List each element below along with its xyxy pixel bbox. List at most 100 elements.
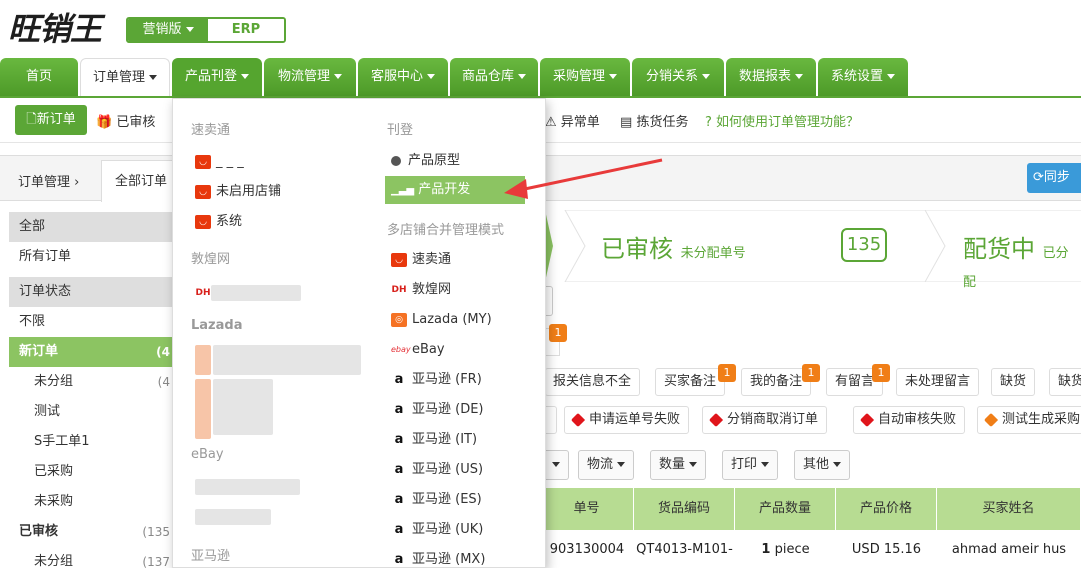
app-logo[interactable]: 旺销王 bbox=[8, 4, 102, 50]
amazon-icon: a bbox=[391, 552, 407, 567]
main-nav: 首页 订单管理 产品刊登 物流管理 客服中心 商品仓库 采购管理 分销关系 数据… bbox=[0, 58, 1081, 98]
tag-test-purchase[interactable]: 测试生成采购 bbox=[977, 406, 1081, 434]
tag-out-of-stock-2[interactable]: 缺货 bbox=[1049, 368, 1081, 396]
cell-order-no[interactable]: 903130004 bbox=[540, 532, 634, 568]
sidebar-item-manual[interactable]: S手工单1 bbox=[9, 427, 174, 457]
menu-item-amazon-mx[interactable]: a 亚马逊 (MX) bbox=[391, 548, 485, 568]
tag-label: 自动审核失败 bbox=[878, 412, 957, 427]
column-order-no[interactable]: 单号 bbox=[540, 488, 634, 530]
menu-item-prototype[interactable]: 产品原型 bbox=[391, 149, 460, 173]
menu-item-amazon-us[interactable]: a 亚马逊 (US) bbox=[391, 458, 483, 482]
menu-item-amazon-fr[interactable]: a 亚马逊 (FR) bbox=[391, 368, 482, 392]
column-price[interactable]: 产品价格 bbox=[836, 488, 937, 530]
nav-distribution[interactable]: 分销关系 bbox=[632, 58, 724, 96]
sidebar-item-unlimited[interactable]: 不限 bbox=[9, 307, 174, 337]
abnormal-link[interactable]: ⚠ 异常单 bbox=[545, 111, 600, 130]
chevron-down-icon bbox=[185, 27, 194, 32]
amazon-icon: a bbox=[391, 462, 407, 477]
erp-button[interactable]: ERP bbox=[208, 19, 284, 41]
tag-customs-info[interactable]: 报关信息不全 bbox=[545, 368, 641, 396]
qty-unit: piece bbox=[774, 542, 810, 557]
redacted-store-name[interactable] bbox=[213, 345, 361, 375]
print-select[interactable]: 打印 bbox=[722, 450, 779, 480]
sidebar-count: (4 bbox=[156, 345, 170, 359]
sidebar-item-not-purchased[interactable]: 未采购 bbox=[9, 487, 174, 517]
logistics-select[interactable]: 物流 bbox=[578, 450, 635, 480]
nav-reports[interactable]: 数据报表 bbox=[726, 58, 816, 96]
sidebar-item-all-orders[interactable]: 所有订单 bbox=[9, 242, 174, 272]
column-sku[interactable]: 货品编码 bbox=[634, 488, 735, 530]
lazada-icon bbox=[195, 345, 211, 375]
sidebar-item-audited-ungrouped[interactable]: 未分组 (137 bbox=[9, 547, 174, 568]
sidebar-item-audited[interactable]: 已审核 (135 bbox=[9, 517, 174, 547]
sidebar-item-test[interactable]: 测试 bbox=[9, 397, 174, 427]
tag-waybill-failed[interactable]: 申请运单号失败 bbox=[564, 406, 690, 434]
stage-audited[interactable]: 已审核 未分配单号 bbox=[601, 229, 746, 264]
tag-unhandled-message[interactable]: 未处理留言 bbox=[896, 368, 980, 396]
menu-item-amazon-it[interactable]: a 亚马逊 (IT) bbox=[391, 428, 477, 452]
stage-picking[interactable]: 配货中 已分配 bbox=[963, 229, 1081, 292]
new-order-button[interactable]: 🗋新订单 bbox=[15, 105, 87, 135]
nav-home[interactable]: 首页 bbox=[0, 58, 78, 96]
chevron-down-icon bbox=[617, 462, 626, 467]
menu-item-smt-system[interactable]: ◡ 系统 bbox=[195, 210, 242, 234]
chevron-down-icon bbox=[149, 75, 157, 80]
sidebar-group-all[interactable]: 全部 bbox=[9, 212, 174, 242]
redacted-store-name[interactable] bbox=[195, 479, 300, 495]
quantity-select[interactable]: 数量 bbox=[650, 450, 707, 480]
tab-all-orders[interactable]: 全部订单 bbox=[101, 160, 181, 202]
nav-warehouse[interactable]: 商品仓库 bbox=[450, 58, 538, 96]
nav-logistics[interactable]: 物流管理 bbox=[264, 58, 356, 96]
menu-item-smt-store[interactable]: ◡ _ _ _ bbox=[195, 150, 244, 174]
tag-my-note[interactable]: 我的备注 bbox=[741, 368, 812, 396]
redacted-store-name[interactable] bbox=[213, 379, 273, 435]
nav-purchasing[interactable]: 采购管理 bbox=[540, 58, 630, 96]
count-badge: 1 bbox=[549, 324, 567, 342]
redacted-store-name[interactable] bbox=[195, 509, 271, 525]
menu-item-amazon-es[interactable]: a 亚马逊 (ES) bbox=[391, 488, 482, 512]
menu-item-multi-dh[interactable]: DH 敦煌网 bbox=[391, 278, 451, 302]
nav-orders[interactable]: 订单管理 bbox=[80, 58, 170, 96]
menu-item-smt-disabled[interactable]: ◡ 未启用店铺 bbox=[195, 180, 281, 204]
nav-product-listing[interactable]: 产品刊登 bbox=[172, 58, 262, 96]
other-select[interactable]: 其他 bbox=[794, 450, 851, 480]
stage-picking-title: 配货中 bbox=[963, 235, 1035, 263]
sidebar-group-status[interactable]: 订单状态 bbox=[9, 277, 174, 307]
tag-out-of-stock[interactable]: 缺货 bbox=[991, 368, 1036, 396]
edition-switcher[interactable]: 营销版 ERP bbox=[126, 17, 286, 43]
sidebar-item-new-orders[interactable]: 新订单 (4 bbox=[9, 337, 174, 367]
sync-button[interactable]: ⟳同步 bbox=[1027, 163, 1081, 193]
sidebar-item-purchased[interactable]: 已采购 bbox=[9, 457, 174, 487]
tag-distributor-cancel[interactable]: 分销商取消订单 bbox=[702, 406, 828, 434]
menu-item-amazon-de[interactable]: a 亚马逊 (DE) bbox=[391, 398, 484, 422]
menu-item-multi-ebay[interactable]: ebayeBay bbox=[391, 338, 445, 362]
menu-item-multi-smt[interactable]: ◡ 速卖通 bbox=[391, 248, 451, 272]
dhgate-icon: DH bbox=[195, 285, 211, 300]
menu-heading-multi: 多店铺合并管理模式 bbox=[387, 223, 505, 238]
sidebar-label: 已审核 bbox=[19, 524, 59, 539]
tag-label: 申请运单号失败 bbox=[589, 412, 681, 427]
nav-customer-service[interactable]: 客服中心 bbox=[358, 58, 448, 96]
lazada-icon: ◎ bbox=[391, 312, 407, 327]
howto-link[interactable]: ? 如何使用订单管理功能？ bbox=[705, 111, 859, 130]
menu-label: 未启用店铺 bbox=[216, 184, 282, 199]
column-buyer[interactable]: 买家姓名 bbox=[937, 488, 1081, 530]
sync-label: 同步 bbox=[1043, 170, 1070, 185]
menu-label: 亚马逊 (US) bbox=[412, 462, 484, 477]
tag-auto-audit-failed[interactable]: 自动审核失败 bbox=[853, 406, 966, 434]
sidebar-label: 已采购 bbox=[34, 464, 74, 479]
chevron-down-icon bbox=[761, 462, 770, 467]
menu-item-amazon-uk[interactable]: a 亚马逊 (UK) bbox=[391, 518, 483, 542]
sidebar-item-ungrouped[interactable]: 未分组 (4 bbox=[9, 367, 174, 397]
column-quantity[interactable]: 产品数量 bbox=[735, 488, 836, 530]
nav-settings[interactable]: 系统设置 bbox=[818, 58, 908, 96]
breadcrumb-root[interactable]: 订单管理 › bbox=[18, 171, 79, 190]
tag-buyer-note[interactable]: 买家备注 bbox=[655, 368, 726, 396]
stage-count-badge[interactable]: 135 bbox=[841, 228, 887, 262]
audited-link[interactable]: 🎁 已审核 bbox=[96, 111, 155, 130]
menu-item-multi-lazada[interactable]: ◎ Lazada (MY) bbox=[391, 308, 492, 332]
edition-dropdown[interactable]: 营销版 bbox=[128, 19, 208, 41]
picking-task-link[interactable]: ▤ 拣货任务 bbox=[620, 111, 688, 130]
menu-label: 产品开发 bbox=[418, 182, 471, 197]
nav-label: 订单管理 bbox=[92, 70, 145, 85]
